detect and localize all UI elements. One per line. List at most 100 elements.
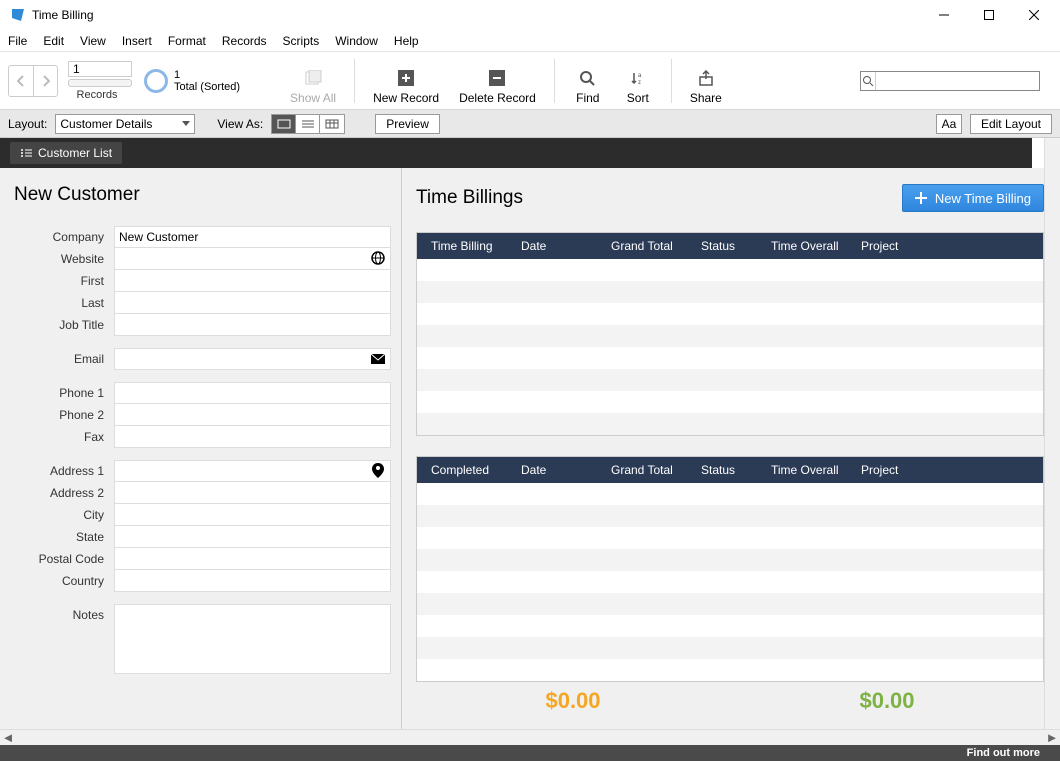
prev-record-button[interactable] [9, 66, 33, 96]
col-project[interactable]: Project [855, 239, 925, 253]
first-label: First [14, 274, 114, 288]
close-button[interactable] [1011, 0, 1056, 30]
aa-button[interactable]: Aa [936, 114, 962, 134]
view-table-button[interactable] [320, 115, 344, 133]
phone2-field[interactable] [114, 404, 391, 426]
address2-label: Address 2 [14, 486, 114, 500]
layout-bar: Layout: Customer Details View As: Previe… [0, 110, 1060, 138]
left-pane: New Customer CompanyNew Customer Website… [0, 168, 402, 729]
address1-field[interactable] [114, 460, 391, 482]
country-field[interactable] [114, 570, 391, 592]
view-list-button[interactable] [296, 115, 320, 133]
vertical-scrollbar[interactable] [1044, 138, 1060, 729]
col-status[interactable]: Status [695, 239, 765, 253]
next-record-button[interactable] [33, 66, 57, 96]
maximize-button[interactable] [966, 0, 1011, 30]
find-button[interactable]: Find [563, 52, 613, 109]
state-field[interactable] [114, 526, 391, 548]
viewas-toggle [271, 114, 345, 134]
records-label: Records [77, 89, 118, 101]
phone1-field[interactable] [114, 382, 391, 404]
found-pie-icon [144, 69, 168, 93]
menu-insert[interactable]: Insert [122, 34, 152, 48]
bottom-banner: Find out more [0, 745, 1060, 761]
svg-text:a: a [638, 73, 642, 79]
show-all-button[interactable]: Show All [280, 52, 346, 109]
col-grandtotal[interactable]: Grand Total [605, 239, 695, 253]
menu-window[interactable]: Window [335, 34, 378, 48]
layout-label: Layout: [8, 117, 47, 131]
total-completed: $0.00 [859, 688, 914, 714]
horizontal-scrollbar[interactable]: ◄ ► [0, 729, 1060, 745]
scroll-left-arrow[interactable]: ◄ [0, 730, 16, 746]
record-slider[interactable] [68, 79, 132, 87]
menu-records[interactable]: Records [222, 34, 267, 48]
menu-scripts[interactable]: Scripts [283, 34, 320, 48]
postal-label: Postal Code [14, 552, 114, 566]
website-field[interactable] [114, 248, 391, 270]
minus-icon [488, 69, 506, 87]
total-pending: $0.00 [545, 688, 600, 714]
jobtitle-field[interactable] [114, 314, 391, 336]
menu-file[interactable]: File [8, 34, 27, 48]
col-date[interactable]: Date [515, 239, 605, 253]
scroll-right-arrow[interactable]: ► [1044, 730, 1060, 746]
viewas-label: View As: [217, 117, 263, 131]
minimize-button[interactable] [921, 0, 966, 30]
col-status2[interactable]: Status [695, 463, 765, 477]
customer-list-button[interactable]: Customer List [10, 142, 122, 164]
city-field[interactable] [114, 504, 391, 526]
col-grandtotal2[interactable]: Grand Total [605, 463, 695, 477]
col-project2[interactable]: Project [855, 463, 925, 477]
delete-record-button[interactable]: Delete Record [449, 52, 546, 109]
window-title: Time Billing [32, 8, 921, 22]
new-time-billing-button[interactable]: New Time Billing [902, 184, 1044, 212]
company-field[interactable]: New Customer [114, 226, 391, 248]
menu-edit[interactable]: Edit [43, 34, 64, 48]
share-button[interactable]: Share [680, 52, 732, 109]
col-date2[interactable]: Date [515, 463, 605, 477]
new-record-button[interactable]: New Record [363, 52, 449, 109]
menu-view[interactable]: View [80, 34, 106, 48]
last-label: Last [14, 296, 114, 310]
show-all-icon [304, 69, 322, 87]
search-input[interactable] [876, 74, 1039, 88]
col-timeoverall2[interactable]: Time Overall [765, 463, 855, 477]
col-timeoverall[interactable]: Time Overall [765, 239, 855, 253]
billings-grid: Time Billing Date Grand Total Status Tim… [416, 232, 1044, 436]
layout-dropdown[interactable]: Customer Details [55, 114, 195, 134]
fax-field[interactable] [114, 426, 391, 448]
notes-field[interactable] [114, 604, 391, 674]
state-label: State [14, 530, 114, 544]
email-label: Email [14, 352, 114, 366]
address2-field[interactable] [114, 482, 391, 504]
right-pane-title: Time Billings [416, 187, 523, 209]
view-form-button[interactable] [272, 115, 296, 133]
fax-label: Fax [14, 430, 114, 444]
postal-field[interactable] [114, 548, 391, 570]
col-completed[interactable]: Completed [425, 463, 515, 477]
col-timebilling[interactable]: Time Billing [425, 239, 515, 253]
website-label: Website [14, 252, 114, 266]
record-number-input[interactable] [68, 61, 132, 77]
edit-layout-button[interactable]: Edit Layout [970, 114, 1052, 134]
search-icon [579, 69, 597, 87]
left-pane-title: New Customer [14, 184, 391, 206]
globe-icon[interactable] [370, 250, 386, 266]
preview-button[interactable]: Preview [375, 114, 440, 134]
first-field[interactable] [114, 270, 391, 292]
found-count: 1 [174, 69, 240, 81]
map-pin-icon[interactable] [370, 463, 386, 479]
sort-button[interactable]: az Sort [613, 52, 663, 109]
chevron-down-icon [182, 121, 190, 127]
jobtitle-label: Job Title [14, 318, 114, 332]
last-field[interactable] [114, 292, 391, 314]
found-label: Total (Sorted) [174, 81, 240, 93]
svg-text:z: z [638, 80, 641, 86]
email-field[interactable] [114, 348, 391, 370]
mail-icon[interactable] [370, 351, 386, 367]
toolbar-search[interactable] [860, 71, 1040, 91]
menu-format[interactable]: Format [168, 34, 206, 48]
menu-help[interactable]: Help [394, 34, 419, 48]
billings-grid-body [417, 259, 1043, 435]
